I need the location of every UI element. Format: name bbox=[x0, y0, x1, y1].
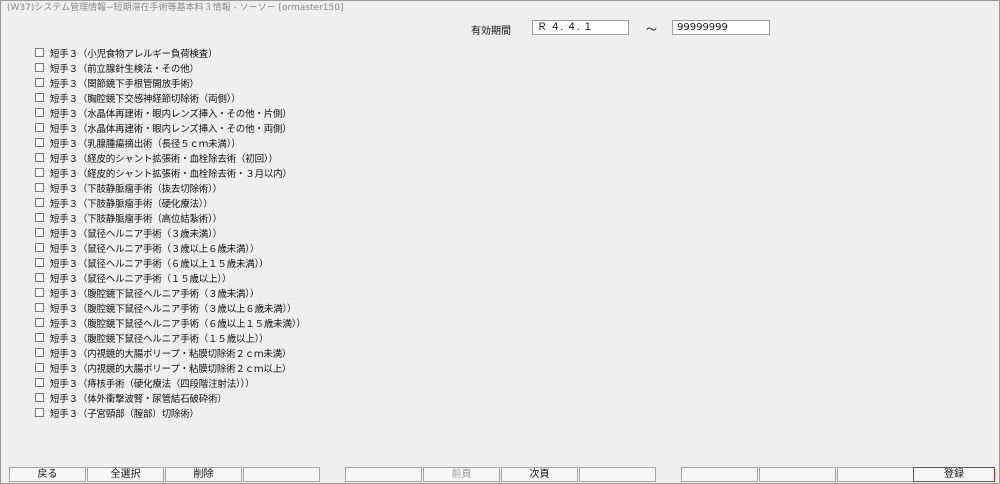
checkbox[interactable] bbox=[35, 93, 44, 102]
checkbox[interactable] bbox=[35, 288, 44, 297]
empty-button-f5[interactable] bbox=[345, 467, 422, 482]
list-item[interactable]: 短手３（腹腔鏡下鼠径ヘルニア手術（６歳以上１５歳未満）） bbox=[35, 315, 306, 330]
list-item[interactable]: 短手３（小児食物アレルギー負荷検査） bbox=[35, 45, 218, 60]
item-label: 短手３（腹腔鏡下鼠径ヘルニア手術（３歳以上６歳未満）） bbox=[50, 303, 297, 315]
item-label: 短手３（小児食物アレルギー負荷検査） bbox=[50, 48, 218, 60]
register-button[interactable]: 登録 bbox=[913, 467, 995, 482]
checkbox[interactable] bbox=[35, 168, 44, 177]
list-item[interactable]: 短手３（下肢静脈瘤手術（抜去切除術）） bbox=[35, 180, 222, 195]
checkbox[interactable] bbox=[35, 63, 44, 72]
back-button[interactable]: 戻る bbox=[9, 467, 86, 482]
period-separator: 〜 bbox=[646, 23, 657, 36]
item-label: 短手３（腹腔鏡下鼠径ヘルニア手術（６歳以上１５歳未満）） bbox=[50, 318, 306, 330]
delete-button[interactable]: 削除 bbox=[165, 467, 242, 482]
item-label: 短手３（下肢静脈瘤手術（高位結紮術）） bbox=[50, 213, 222, 225]
checkbox[interactable] bbox=[35, 138, 44, 147]
list-item[interactable]: 短手３（経皮的シャント拡張術・血栓除去術（初回）） bbox=[35, 150, 278, 165]
item-label: 短手３（腹腔鏡下鼠径ヘルニア手術（１５歳以上）） bbox=[50, 333, 269, 345]
empty-button-f11[interactable] bbox=[837, 467, 914, 482]
list-item[interactable]: 短手３（子宮頸部（膣部）切除術） bbox=[35, 405, 199, 420]
checkbox[interactable] bbox=[35, 273, 44, 282]
list-item[interactable]: 短手３（経皮的シャント拡張術・血栓除去術・３月以内） bbox=[35, 165, 292, 180]
checkbox[interactable] bbox=[35, 213, 44, 222]
list-item[interactable]: 短手３（内視鏡的大腸ポリープ・粘膜切除術２ｃｍ未満） bbox=[35, 345, 291, 360]
item-label: 短手３（子宮頸部（膣部）切除術） bbox=[50, 408, 199, 420]
checkbox[interactable] bbox=[35, 243, 44, 252]
list-item[interactable]: 短手３（乳腺腫瘍摘出術（長径５ｃｍ未満）） bbox=[35, 135, 241, 150]
empty-button-f8[interactable] bbox=[579, 467, 656, 482]
list-item[interactable]: 短手３（胸腔鏡下交感神経節切除術（両側）） bbox=[35, 90, 241, 105]
checkbox[interactable] bbox=[35, 123, 44, 132]
checkbox[interactable] bbox=[35, 258, 44, 267]
item-label: 短手３（前立腺針生検法・その他） bbox=[50, 63, 199, 75]
list-item[interactable]: 短手３（水晶体再建術・眼内レンズ挿入・その他・両側） bbox=[35, 120, 292, 135]
item-label: 短手３（水晶体再建術・眼内レンズ挿入・その他・両側） bbox=[50, 123, 292, 135]
window-title: (W37)システム管理情報−短期滞在手術等基本料３情報 - ソーソー [orma… bbox=[1, 1, 999, 15]
checkbox[interactable] bbox=[35, 393, 44, 402]
empty-button-f4[interactable] bbox=[243, 467, 320, 482]
item-label: 短手３（下肢静脈瘤手術（抜去切除術）） bbox=[50, 183, 222, 195]
checkbox[interactable] bbox=[35, 408, 44, 417]
checkbox[interactable] bbox=[35, 333, 44, 342]
list-item[interactable]: 短手３（鼠径ヘルニア手術（３歳未満）） bbox=[35, 225, 222, 240]
item-label: 短手３（乳腺腫瘍摘出術（長径５ｃｍ未満）） bbox=[50, 138, 241, 150]
list-item[interactable]: 短手３（鼠径ヘルニア手術（３歳以上６歳未満）） bbox=[35, 240, 259, 255]
select-all-button[interactable]: 全選択 bbox=[87, 467, 164, 482]
list-item[interactable]: 短手３（下肢静脈瘤手術（硬化療法）） bbox=[35, 195, 213, 210]
list-item[interactable]: 短手３（水晶体再建術・眼内レンズ挿入・その他・片側） bbox=[35, 105, 292, 120]
checkbox[interactable] bbox=[35, 78, 44, 87]
checkbox[interactable] bbox=[35, 183, 44, 192]
checkbox[interactable] bbox=[35, 153, 44, 162]
item-label: 短手３（鼠径ヘルニア手術（３歳未満）） bbox=[50, 228, 222, 240]
checkbox[interactable] bbox=[35, 363, 44, 372]
item-label: 短手３（内視鏡的大腸ポリープ・粘膜切除術２ｃｍ未満） bbox=[50, 348, 292, 360]
item-label: 短手３（経皮的シャント拡張術・血栓除去術（初回）） bbox=[50, 153, 278, 165]
list-item[interactable]: 短手３（関節鏡下手根管開放手術） bbox=[35, 75, 199, 90]
list-item[interactable]: 短手３（鼠径ヘルニア手術（６歳以上１５歳未満）） bbox=[35, 255, 269, 270]
item-label: 短手３（経皮的シャント拡張術・血栓除去術・３月以内） bbox=[50, 168, 292, 180]
next-page-button[interactable]: 次頁 bbox=[501, 467, 578, 482]
prev-page-button[interactable]: 前頁 bbox=[423, 467, 500, 482]
list-item[interactable]: 短手３（内視鏡的大腸ポリープ・粘膜切除術２ｃｍ以上） bbox=[35, 360, 291, 375]
period-start-input[interactable]: Ｒ ４. ４. １ bbox=[532, 20, 629, 35]
item-label: 短手３（腹腔鏡下鼠径ヘルニア手術（３歳未満）） bbox=[50, 288, 260, 300]
item-label: 短手３（鼠径ヘルニア手術（３歳以上６歳未満）） bbox=[50, 243, 260, 255]
checkbox[interactable] bbox=[35, 198, 44, 207]
checkbox[interactable] bbox=[35, 108, 44, 117]
item-label: 短手３（内視鏡的大腸ポリープ・粘膜切除術２ｃｍ以上） bbox=[50, 363, 292, 375]
period-label: 有効期間 bbox=[471, 26, 511, 37]
list-item[interactable]: 短手３（体外衝撃波腎・尿管結石破砕術） bbox=[35, 390, 227, 405]
list-item[interactable]: 短手３（痔核手術（硬化療法（四段階注射法））） bbox=[35, 375, 255, 390]
list-item[interactable]: 短手３（腹腔鏡下鼠径ヘルニア手術（３歳以上６歳未満）） bbox=[35, 300, 297, 315]
function-key-bar: 戻る 全選択 削除 前頁 次頁 登録 bbox=[7, 467, 997, 482]
list-item[interactable]: 短手３（前立腺針生検法・その他） bbox=[35, 60, 199, 75]
item-label: 短手３（体外衝撃波腎・尿管結石破砕術） bbox=[50, 393, 227, 405]
checkbox[interactable] bbox=[35, 228, 44, 237]
item-label: 短手３（痔核手術（硬化療法（四段階注射法））） bbox=[50, 378, 255, 390]
period-end-input[interactable]: 99999999 bbox=[672, 20, 770, 35]
checkbox[interactable] bbox=[35, 348, 44, 357]
empty-button-f10[interactable] bbox=[759, 467, 836, 482]
item-label: 短手３（胸腔鏡下交感神経節切除術（両側）） bbox=[50, 93, 241, 105]
item-label: 短手３（水晶体再建術・眼内レンズ挿入・その他・片側） bbox=[50, 108, 292, 120]
list-item[interactable]: 短手３（鼠径ヘルニア手術（１５歳以上）） bbox=[35, 270, 231, 285]
list-item[interactable]: 短手３（下肢静脈瘤手術（高位結紮術）） bbox=[35, 210, 222, 225]
item-label: 短手３（鼠径ヘルニア手術（６歳以上１５歳未満）） bbox=[50, 258, 269, 270]
checkbox[interactable] bbox=[35, 303, 44, 312]
checkbox[interactable] bbox=[35, 48, 44, 57]
list-item[interactable]: 短手３（腹腔鏡下鼠径ヘルニア手術（１５歳以上）） bbox=[35, 330, 269, 345]
item-label: 短手３（関節鏡下手根管開放手術） bbox=[50, 78, 199, 90]
item-label: 短手３（下肢静脈瘤手術（硬化療法）） bbox=[50, 198, 213, 210]
list-item[interactable]: 短手３（腹腔鏡下鼠径ヘルニア手術（３歳未満）） bbox=[35, 285, 259, 300]
item-label: 短手３（鼠径ヘルニア手術（１５歳以上）） bbox=[50, 273, 232, 285]
checkbox[interactable] bbox=[35, 378, 44, 387]
empty-button-f9[interactable] bbox=[681, 467, 758, 482]
checkbox[interactable] bbox=[35, 318, 44, 327]
app-window: (W37)システム管理情報−短期滞在手術等基本料３情報 - ソーソー [orma… bbox=[0, 0, 1000, 484]
